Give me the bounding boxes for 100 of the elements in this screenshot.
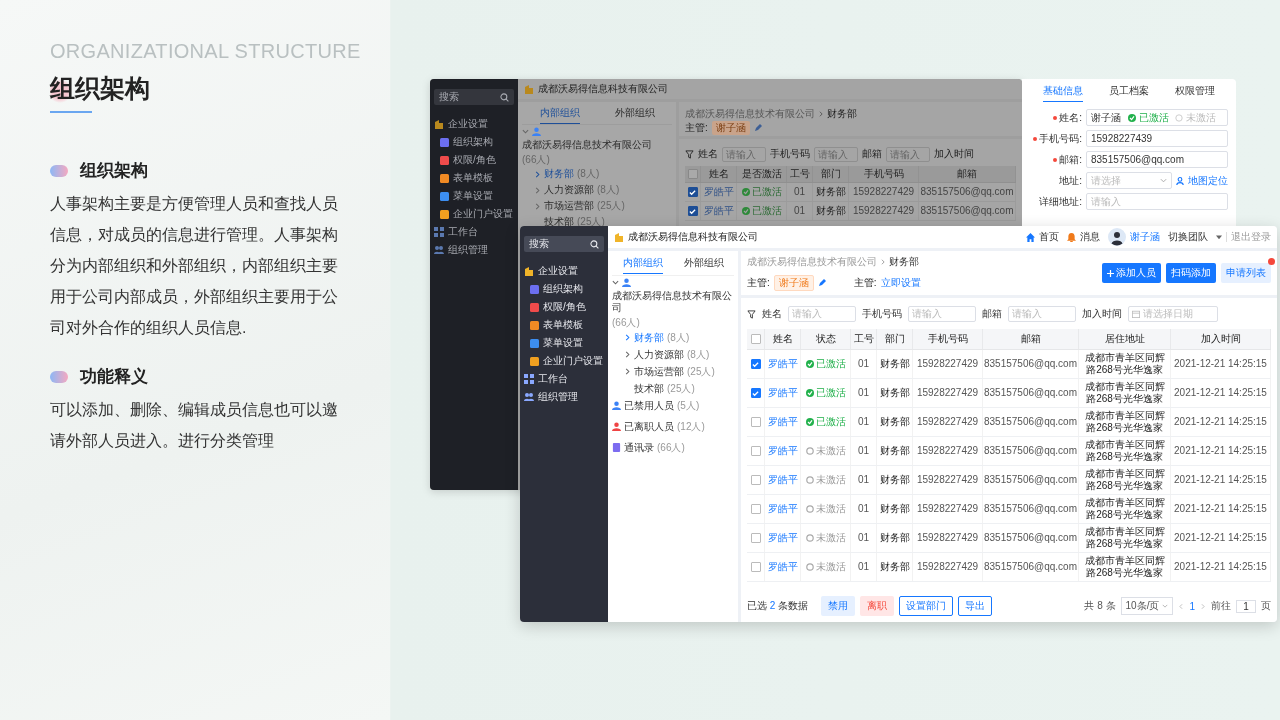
column-header: 工号 <box>789 168 810 180</box>
name-link[interactable]: 罗皓平 <box>767 358 798 370</box>
checkbox[interactable] <box>750 562 761 572</box>
menu-square-icon <box>440 173 449 183</box>
breadcrumb-item[interactable]: 财务部 <box>827 107 857 121</box>
tab[interactable]: 员工档案 <box>1109 80 1149 102</box>
edit-icon[interactable] <box>817 279 826 287</box>
page-size-select[interactable]: 10条/页 <box>1120 597 1174 615</box>
total-count: 共 8 条 <box>1084 599 1116 613</box>
table-cell: 01 <box>857 503 870 515</box>
name-link[interactable]: 罗皓平 <box>767 561 798 573</box>
tree-item[interactable]: 已禁用人员 (5人) <box>612 397 734 414</box>
bulk-action-button[interactable]: 离职 <box>860 596 895 616</box>
checkbox[interactable] <box>750 475 761 485</box>
tree-item[interactable]: 人力资源部 (8人) <box>522 182 672 198</box>
tab[interactable]: 权限管理 <box>1175 80 1215 102</box>
name-link[interactable]: 罗皓平 <box>767 416 798 428</box>
checkbox[interactable] <box>750 417 761 427</box>
sidebar-item[interactable]: 组织管理 <box>524 388 604 406</box>
action-button[interactable]: 添加人员 <box>1102 263 1161 283</box>
edit-icon[interactable] <box>753 124 762 132</box>
search-field[interactable]: 搜索 <box>434 89 514 105</box>
tree-item[interactable]: 市场运营部 (25人) <box>612 363 734 380</box>
table-cell-text: 成都市青羊区同辉路268号光华逸家 <box>1083 410 1166 434</box>
checkbox[interactable] <box>687 169 698 179</box>
map-link[interactable]: 地图定位 <box>1188 173 1228 188</box>
name-link[interactable]: 罗皓平 <box>767 532 798 544</box>
checkbox[interactable] <box>750 533 761 543</box>
tab[interactable]: 外部组织 <box>614 102 655 124</box>
sidebar-item[interactable]: 企业门户设置 <box>524 352 604 370</box>
sidebar-item[interactable]: 菜单设置 <box>434 187 514 205</box>
avatar-icon[interactable] <box>1108 228 1126 246</box>
action-button[interactable]: 扫码添加 <box>1166 263 1216 283</box>
sidebar-item[interactable]: 企业门户设置 <box>434 205 514 223</box>
sidebar-item[interactable]: 权限/角色 <box>524 298 604 316</box>
sidebar-item[interactable]: 组织架构 <box>524 280 604 298</box>
checkbox[interactable] <box>750 334 761 344</box>
tree-item[interactable]: 人力资源部 (8人) <box>612 346 734 363</box>
sidebar-item[interactable]: 菜单设置 <box>524 334 604 352</box>
tree-item[interactable]: 成都沃易得信息技术有限公司 (66人) <box>612 278 734 329</box>
table-cell: 835157506@qq.com <box>984 358 1077 370</box>
set-link[interactable]: 立即设置 <box>880 276 921 290</box>
sidebar-item[interactable]: 表单模板 <box>434 169 514 187</box>
tree-item[interactable]: 通讯录 (66人) <box>612 439 734 456</box>
sidebar-item[interactable]: 企业设置 <box>434 115 514 133</box>
chevron-right-icon[interactable] <box>1200 602 1206 610</box>
chevron-left-icon[interactable] <box>1178 602 1185 610</box>
company-name: 成都沃易得信息科技有限公司 <box>628 230 758 244</box>
calendar-icon <box>1132 310 1140 318</box>
nav-link[interactable]: 消息 <box>1080 230 1100 244</box>
tree-item[interactable]: 已离职人员 (12人) <box>612 418 734 435</box>
checkbox[interactable] <box>687 187 698 197</box>
breadcrumb-item[interactable]: 成都沃易得信息技术有限公司 <box>685 107 815 121</box>
checkbox[interactable] <box>750 446 761 456</box>
tab[interactable]: 内部组织 <box>622 252 663 274</box>
name-link[interactable]: 罗皓平 <box>703 186 734 198</box>
name-link[interactable]: 罗皓平 <box>767 474 798 486</box>
sidebar-item[interactable]: 工作台 <box>524 370 604 388</box>
bulk-action-button[interactable]: 禁用 <box>821 596 856 616</box>
tree-item[interactable]: 技术部 (25人) <box>612 380 734 397</box>
sidebar-item[interactable]: 表单模板 <box>524 316 604 334</box>
tab[interactable]: 外部组织 <box>683 252 724 274</box>
tree-item[interactable]: 财务部 (8人) <box>612 329 734 346</box>
radio-label: 已激活 <box>1139 110 1169 125</box>
user-name[interactable]: 谢子涵 <box>1130 230 1160 244</box>
name-link[interactable]: 罗皓平 <box>767 387 798 399</box>
name-link[interactable]: 罗皓平 <box>703 205 734 217</box>
sidebar-item[interactable]: 组织架构 <box>434 133 514 151</box>
checkbox[interactable] <box>750 388 761 398</box>
sidebar-item[interactable]: 工作台 <box>434 223 514 241</box>
action-button[interactable]: 申请列表 <box>1221 263 1271 283</box>
check-circle-icon[interactable] <box>1128 113 1136 122</box>
page-input[interactable]: 1 <box>1236 599 1256 613</box>
tree-item[interactable]: 市场运营部 (25人) <box>522 198 672 214</box>
bulk-action-button[interactable]: 设置部门 <box>899 596 954 616</box>
caret-icon <box>1162 603 1169 609</box>
sidebar-item[interactable]: 组织管理 <box>434 241 514 259</box>
tab[interactable]: 基础信息 <box>1043 80 1083 102</box>
bulk-action-button[interactable]: 导出 <box>958 596 993 616</box>
input-field[interactable]: 835157506@qq.com <box>1086 151 1228 168</box>
checkbox[interactable] <box>750 504 761 514</box>
column-header: 姓名 <box>772 333 793 345</box>
search-field[interactable]: 搜索 <box>524 236 604 252</box>
page-number[interactable]: 1 <box>1189 600 1195 612</box>
team-link[interactable]: 切换团队 <box>1168 230 1208 244</box>
sidebar-item[interactable]: 权限/角色 <box>434 151 514 169</box>
nav-link[interactable]: 首页 <box>1039 230 1059 244</box>
name-link[interactable]: 罗皓平 <box>767 445 798 457</box>
checkbox[interactable] <box>750 359 761 369</box>
sidebar-item[interactable]: 企业设置 <box>524 262 604 280</box>
tab[interactable]: 内部组织 <box>539 102 580 124</box>
input-field[interactable]: 15928227439 <box>1086 130 1228 147</box>
tree-item[interactable]: 财务部 (8人) <box>522 166 672 182</box>
tree-item[interactable]: 成都沃易得信息技术有限公司 (66人) <box>522 127 672 166</box>
name-link[interactable]: 罗皓平 <box>767 503 798 515</box>
circle-icon[interactable] <box>1175 113 1183 122</box>
bullet-icon <box>50 370 68 383</box>
breadcrumb-item[interactable]: 财务部 <box>889 255 919 269</box>
checkbox[interactable] <box>687 206 698 216</box>
input-field[interactable]: 谢子涵 已激活 未激活 <box>1086 109 1228 126</box>
